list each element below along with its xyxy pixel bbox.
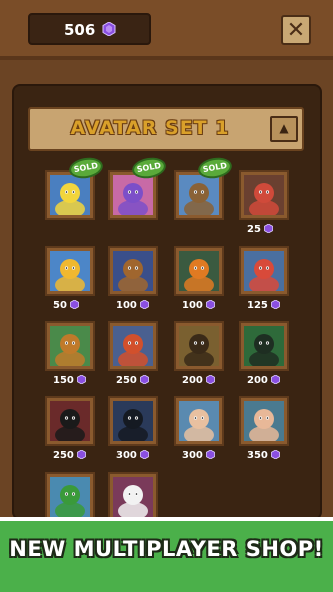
avatar-image-dragon-cartoon <box>113 251 153 294</box>
avatar-tile-dragon-cartoon[interactable] <box>108 246 158 296</box>
price-label: 100 <box>182 299 215 313</box>
promo-text: NEW MULTIPLAYER SHOP! <box>9 537 324 561</box>
price-label: 300 <box>116 449 149 463</box>
price-value: 150 <box>53 375 74 386</box>
purple-gem-icon <box>205 300 215 309</box>
price-label: 350 <box>247 449 280 463</box>
triangle-up-icon: ▲ <box>279 121 289 135</box>
avatar-tile-octopus[interactable] <box>239 170 289 220</box>
purple-gem-icon <box>102 22 116 36</box>
price-label: 50 <box>53 299 79 313</box>
price-label: 25 <box>247 223 273 237</box>
price-value: 200 <box>247 375 268 386</box>
price-label: 250 <box>53 449 86 463</box>
purple-gem-icon <box>139 450 149 459</box>
avatar-tile-ninja-blue[interactable] <box>108 396 158 446</box>
avatar-image-ninja-red <box>50 401 90 444</box>
close-icon: ✕ <box>286 18 306 43</box>
avatar-image-ninja-tan <box>179 326 219 369</box>
price-value: 300 <box>182 450 203 461</box>
avatar-image-ninja-blue <box>113 401 153 444</box>
avatar-image-pumpkin <box>179 251 219 294</box>
price-value: 125 <box>247 300 268 311</box>
collapse-button[interactable]: ▲ <box>270 116 298 142</box>
price-value: 50 <box>53 300 67 311</box>
avatar-image-duck <box>50 175 90 218</box>
purple-gem-icon <box>139 375 149 384</box>
avatar-image-astronaut <box>244 251 284 294</box>
price-label: 200 <box>182 374 215 388</box>
avatar-tile-ninja-tan[interactable] <box>174 321 224 371</box>
avatar-image-tiki <box>50 326 90 369</box>
avatar-image-star <box>50 251 90 294</box>
price-value: 300 <box>116 450 137 461</box>
avatar-tile-woman-dark-hair[interactable] <box>174 396 224 446</box>
avatar-tile-ninja-red[interactable] <box>45 396 95 446</box>
price-value: 100 <box>182 300 203 311</box>
purple-gem-icon <box>139 300 149 309</box>
purple-gem-icon <box>264 224 273 233</box>
price-label: 300 <box>182 449 215 463</box>
price-value: 250 <box>116 375 137 386</box>
price-value: 200 <box>182 375 203 386</box>
purple-gem-icon <box>270 375 280 384</box>
purple-gem-icon <box>76 450 86 459</box>
avatar-tile-girl-green-hair[interactable] <box>45 472 95 522</box>
avatar-tile-fox-mask[interactable] <box>108 472 158 522</box>
purple-gem-icon <box>205 450 215 459</box>
avatar-tile-red-dragon[interactable] <box>108 321 158 371</box>
avatar-image-ninja-green <box>244 326 284 369</box>
price-label: 200 <box>247 374 280 388</box>
avatar-image-woman-dark-hair <box>179 401 219 444</box>
price-value: 250 <box>53 450 74 461</box>
avatar-tile-tiki[interactable] <box>45 321 95 371</box>
purple-gem-icon <box>205 375 215 384</box>
promo-banner: NEW MULTIPLAYER SHOP! <box>0 517 333 592</box>
close-button[interactable]: ✕ <box>281 15 311 45</box>
section-title: AVATAR SET 1 <box>70 117 230 139</box>
avatar-image-octopus <box>244 175 284 218</box>
purple-gem-icon <box>70 300 79 309</box>
price-label: 125 <box>247 299 280 313</box>
avatar-tile-ninja-green[interactable] <box>239 321 289 371</box>
avatar-tile-star[interactable] <box>45 246 95 296</box>
avatar-tile-pumpkin[interactable] <box>174 246 224 296</box>
price-label: 100 <box>116 299 149 313</box>
avatar-image-fox-mask <box>113 477 153 520</box>
avatar-tile-woman-blue-hair[interactable] <box>239 396 289 446</box>
avatar-image-eagle <box>179 175 219 218</box>
currency-display: 506 <box>28 13 151 45</box>
avatar-image-girl-green-hair <box>50 477 90 520</box>
price-value: 350 <box>247 450 268 461</box>
price-label: 250 <box>116 374 149 388</box>
avatar-image-robot <box>113 175 153 218</box>
gem-count: 506 <box>64 21 96 39</box>
top-bar: 506 ✕ <box>0 0 333 60</box>
avatar-tile-astronaut[interactable] <box>239 246 289 296</box>
purple-gem-icon <box>76 375 86 384</box>
avatar-image-red-dragon <box>113 326 153 369</box>
price-value: 100 <box>116 300 137 311</box>
purple-gem-icon <box>270 300 280 309</box>
purple-gem-icon <box>270 450 280 459</box>
avatar-image-woman-blue-hair <box>244 401 284 444</box>
price-value: 25 <box>247 224 261 235</box>
section-header[interactable]: AVATAR SET 1 ▲ <box>28 107 304 151</box>
price-label: 150 <box>53 374 86 388</box>
